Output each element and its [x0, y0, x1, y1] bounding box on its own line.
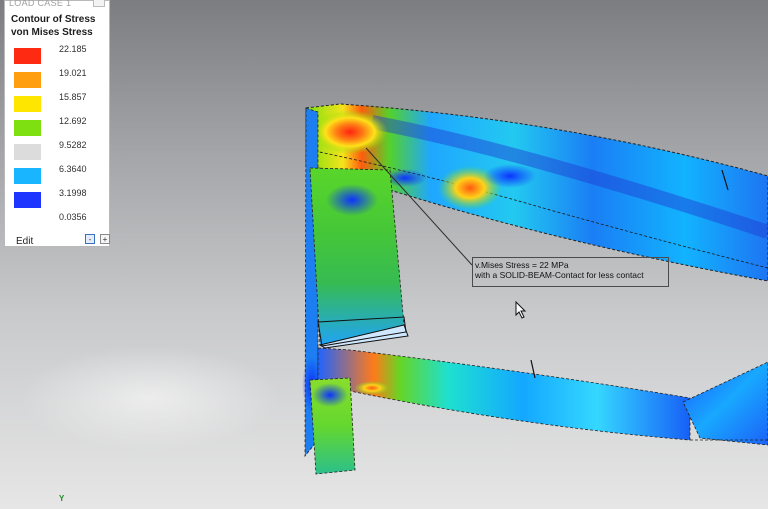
legend-swatch-1 [14, 48, 41, 64]
legend-edit-button[interactable]: Edit [16, 236, 33, 247]
legend-title: Contour of Stress von Mises Stress [11, 13, 95, 39]
legend-swatch-6 [14, 168, 41, 184]
legend-value-1: 22.185 [59, 44, 87, 54]
y-axis-label: Y [59, 494, 65, 503]
stress-contour-model [20, 103, 768, 475]
legend-value-8: 0.0356 [59, 212, 87, 222]
stress-callout: v.Mises Stress = 22 MPa with a SOLID-BEA… [472, 257, 669, 287]
legend-swatch-2 [14, 72, 41, 88]
legend-value-7: 3.1998 [59, 188, 87, 198]
legend-value-2: 19.021 [59, 68, 87, 78]
legend-value-3: 15.857 [59, 92, 87, 102]
legend-swatch-5 [14, 144, 41, 160]
callout-line-1: v.Mises Stress = 22 MPa [475, 260, 569, 270]
stress-legend-panel: LOAD CASE 1 Contour of Stress von Mises … [4, 0, 110, 247]
callout-line-2: with a SOLID-BEAM-Contact for less conta… [475, 270, 644, 280]
legend-title-line-1: Contour of Stress [11, 14, 96, 25]
legend-swatch-7 [14, 192, 41, 208]
legend-swatch-3 [14, 96, 41, 112]
legend-minus-button[interactable]: - [85, 234, 95, 244]
legend-swatch-4 [14, 120, 41, 136]
legend-plus-button[interactable]: + [100, 234, 110, 244]
legend-close-button[interactable] [93, 0, 105, 7]
legend-value-6: 6.3640 [59, 164, 87, 174]
legend-value-5: 9.5282 [59, 140, 87, 150]
legend-header: LOAD CASE 1 [9, 0, 72, 8]
3d-viewport[interactable]: LOAD CASE 1 Contour of Stress von Mises … [0, 0, 768, 509]
mouse-pointer-icon [515, 301, 527, 319]
legend-value-4: 12.692 [59, 116, 87, 126]
legend-title-line-2: von Mises Stress [11, 27, 93, 38]
